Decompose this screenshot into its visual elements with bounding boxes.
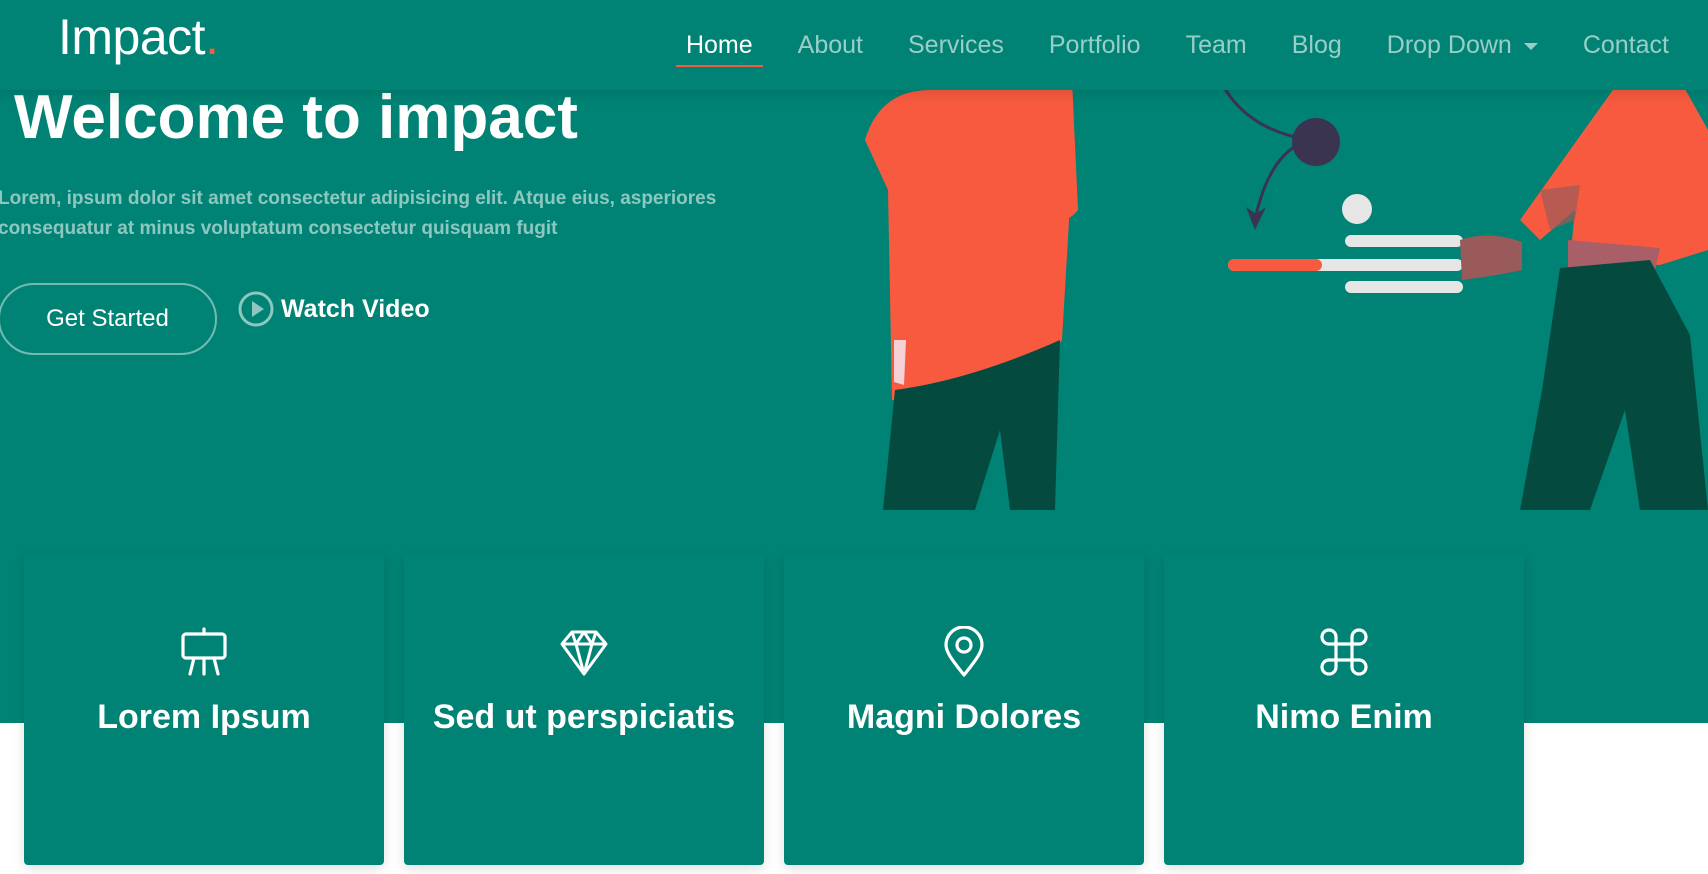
dark-node [1292, 118, 1340, 166]
logo-text: Impact [58, 9, 206, 65]
card-title: Lorem Ipsum [97, 698, 311, 736]
feature-card-nimo-enim[interactable]: Nimo Enim [1164, 553, 1524, 865]
person-right-torso [1520, 90, 1708, 265]
line-2-progress [1228, 259, 1322, 271]
nav-item-services[interactable]: Services [908, 0, 1004, 90]
card-title: Sed ut perspiciatis [432, 698, 736, 736]
command-icon [1320, 628, 1368, 676]
play-circle-icon [238, 291, 274, 327]
hero-illustration [865, 90, 1708, 510]
watch-video-button[interactable]: Watch Video [237, 290, 430, 328]
get-started-label: Get Started [46, 305, 169, 332]
watch-video-label: Watch Video [281, 294, 430, 323]
nav-item-blog[interactable]: Blog [1292, 0, 1342, 90]
nav-item-portfolio[interactable]: Portfolio [1049, 0, 1141, 90]
hero-description: Lorem, ipsum dolor sit amet consectetur … [0, 188, 717, 239]
gem-icon [560, 630, 608, 676]
site-header: Impact. Home About Services Portfolio Te… [0, 0, 1708, 90]
geo-pin-icon [944, 626, 984, 677]
card-title: Magni Dolores [846, 698, 1082, 736]
line-1 [1345, 235, 1463, 247]
nav-item-dropdown[interactable]: Drop Down [1387, 0, 1538, 90]
light-node [1342, 194, 1372, 224]
nav-item-contact[interactable]: Contact [1583, 0, 1669, 90]
card-title: Nimo Enim [1255, 698, 1433, 736]
chevron-down-icon [1523, 42, 1538, 50]
person-right-hand [1460, 235, 1522, 280]
nav-item-home[interactable]: Home [675, 0, 763, 90]
logo-dot: . [205, 9, 219, 65]
nav-item-team[interactable]: Team [1186, 0, 1247, 90]
line-3 [1345, 281, 1463, 293]
feature-card-sed-ut[interactable]: Sed ut perspiciatis [404, 553, 764, 865]
person-right-legs [1520, 260, 1708, 510]
feature-card-lorem-ipsum[interactable]: Lorem Ipsum [24, 553, 384, 865]
hero-title: Welcome to impact [14, 83, 578, 152]
logo[interactable]: Impact. [58, 8, 219, 66]
main-nav: Home About Services Portfolio Team Blog … [675, 0, 1708, 90]
feature-card-magni-dolores[interactable]: Magni Dolores [784, 553, 1144, 865]
person-left-hand [894, 340, 906, 385]
get-started-button[interactable]: Get Started [0, 283, 217, 355]
nav-item-about[interactable]: About [798, 0, 863, 90]
easel-icon [181, 627, 227, 676]
